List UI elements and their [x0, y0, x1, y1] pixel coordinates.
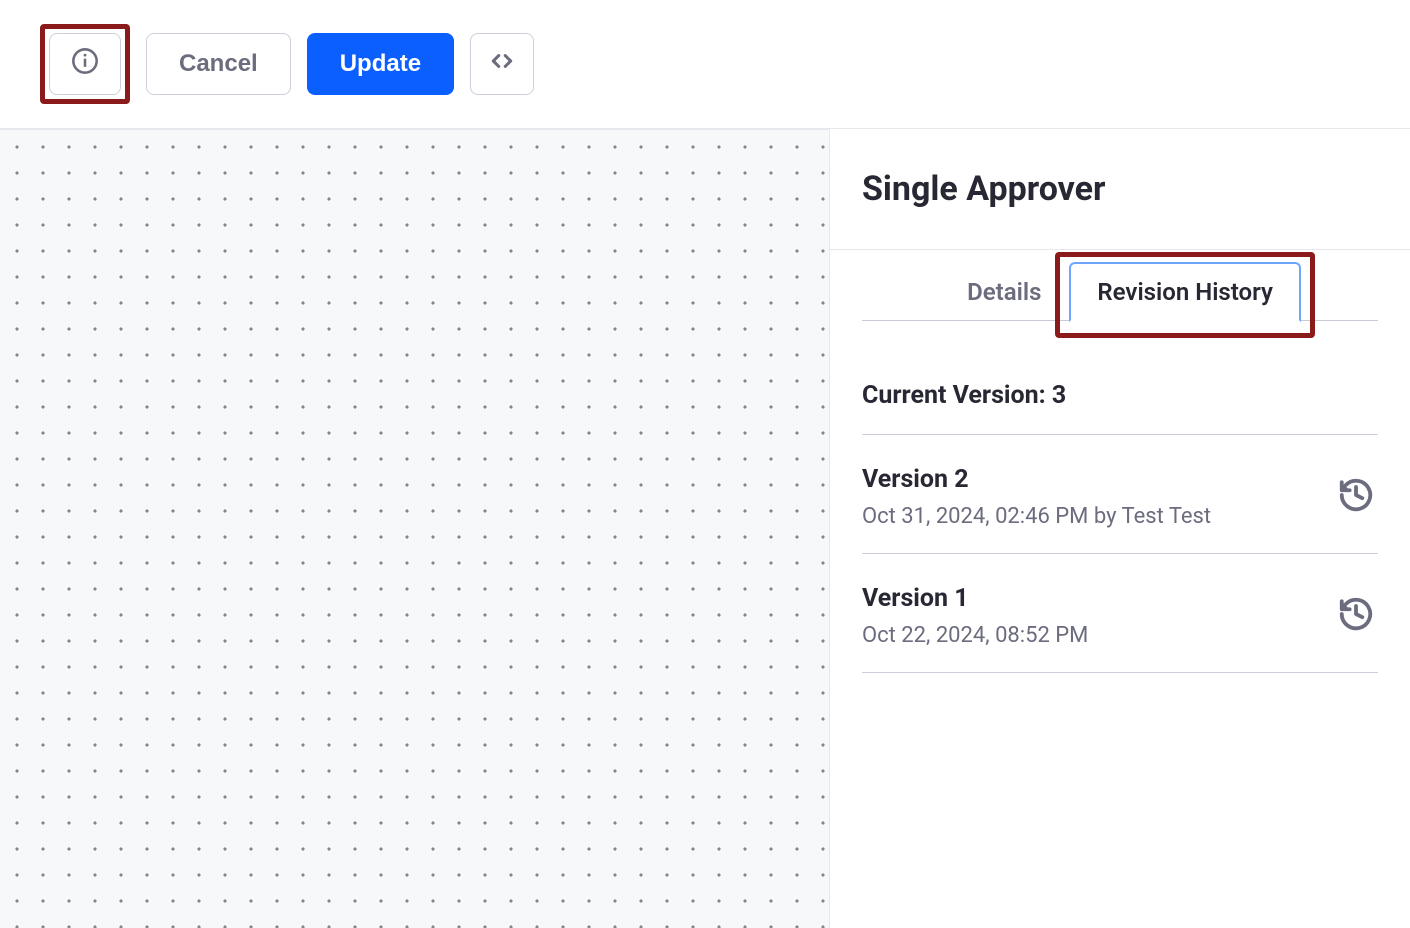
- workflow-canvas[interactable]: [0, 129, 830, 928]
- restore-version-button[interactable]: [1334, 475, 1378, 519]
- side-panel: Single Approver Details Revision History…: [830, 129, 1410, 928]
- tabs: Details Revision History: [862, 250, 1378, 321]
- tab-details[interactable]: Details: [939, 262, 1069, 320]
- version-info: Version 1 Oct 22, 2024, 08:52 PM: [862, 584, 1334, 648]
- version-meta: Oct 31, 2024, 02:46 PM by Test Test: [862, 504, 1334, 529]
- toolbar: Cancel Update: [0, 0, 1410, 129]
- code-view-button[interactable]: [470, 33, 534, 95]
- history-icon: [1337, 595, 1375, 637]
- version-item: Version 1 Oct 22, 2024, 08:52 PM: [862, 554, 1378, 673]
- info-button[interactable]: [49, 33, 121, 95]
- main-area: Single Approver Details Revision History…: [0, 129, 1410, 928]
- panel-title: Single Approver: [862, 169, 1378, 209]
- version-section: Current Version: 3 Version 2 Oct 31, 202…: [830, 321, 1410, 697]
- version-meta: Oct 22, 2024, 08:52 PM: [862, 623, 1334, 648]
- current-version-label: Current Version: 3: [862, 345, 1378, 435]
- cancel-button[interactable]: Cancel: [146, 33, 291, 95]
- version-info: Version 2 Oct 31, 2024, 02:46 PM by Test…: [862, 465, 1334, 529]
- code-icon: [489, 48, 515, 81]
- restore-version-button[interactable]: [1334, 594, 1378, 638]
- tab-revision-history[interactable]: Revision History: [1069, 262, 1300, 322]
- version-title: Version 2: [862, 465, 1334, 494]
- update-button[interactable]: Update: [307, 33, 454, 95]
- version-item: Version 2 Oct 31, 2024, 02:46 PM by Test…: [862, 435, 1378, 554]
- history-icon: [1337, 476, 1375, 518]
- version-title: Version 1: [862, 584, 1334, 613]
- info-button-highlight: [40, 24, 130, 104]
- info-icon: [71, 47, 99, 82]
- panel-header: Single Approver: [830, 129, 1410, 250]
